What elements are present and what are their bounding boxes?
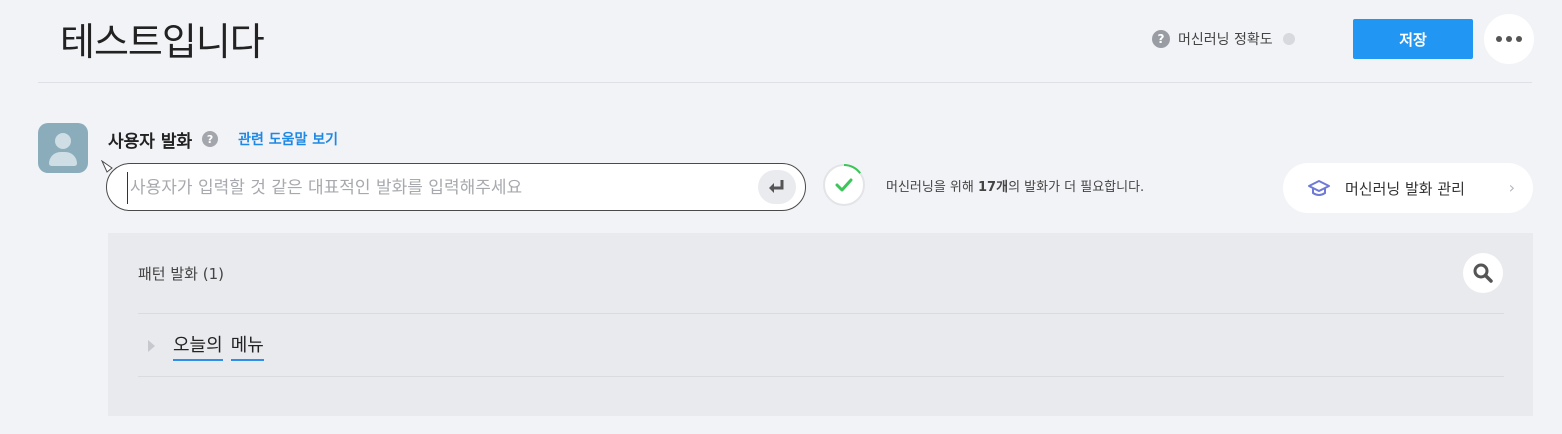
search-icon (1473, 263, 1493, 283)
ml-accuracy-label: 머신러닝 정확도 (1178, 32, 1273, 48)
divider (138, 376, 1504, 377)
enter-icon (769, 180, 784, 193)
ml-progress-ring (823, 164, 865, 206)
save-button[interactable]: 저장 (1353, 19, 1473, 59)
pattern-token[interactable]: 메뉴 (230, 331, 264, 361)
expand-triangle-icon[interactable] (148, 340, 155, 352)
ml-manage-label: 머신러닝 발화 관리 (1345, 179, 1465, 198)
ml-accuracy: ? 머신러닝 정확도 (1152, 28, 1295, 50)
page-title: 테스트입니다 (60, 20, 265, 64)
pattern-title: 패턴 발화 (1) (138, 265, 224, 283)
page: 테스트입니다 ? 머신러닝 정확도 저장 사용자 발화 ? 관련 도움말 보기 (0, 0, 1562, 434)
more-options-button[interactable] (1484, 14, 1534, 64)
divider (138, 313, 1504, 314)
pattern-token[interactable]: 오늘의 (173, 331, 223, 361)
enter-button[interactable] (758, 170, 796, 204)
header-divider (38, 82, 1532, 83)
question-icon[interactable]: ? (1152, 30, 1170, 48)
pattern-panel: 패턴 발화 (1) 오늘의 메뉴 (108, 233, 1533, 416)
ml-progress-count: 17개 (978, 180, 1009, 195)
user-utterance-header: 사용자 발화 ? 관련 도움말 보기 (108, 126, 338, 152)
question-icon[interactable]: ? (202, 131, 219, 147)
chevron-right-icon: › (1508, 178, 1515, 197)
graduation-cap-icon (1308, 180, 1330, 196)
user-utterance-label: 사용자 발화 (108, 131, 193, 152)
utterance-input[interactable] (127, 172, 752, 204)
user-avatar-icon (38, 123, 88, 173)
ml-accuracy-status-dot (1282, 33, 1295, 45)
help-link[interactable]: 관련 도움말 보기 (238, 129, 338, 149)
pattern-item[interactable]: 오늘의 메뉴 (148, 331, 264, 361)
search-button[interactable] (1463, 253, 1503, 293)
ml-progress-text: 머신러닝을 위해 17개의 발화가 더 필요합니다. (886, 180, 1145, 195)
ml-utterance-manage-button[interactable]: 머신러닝 발화 관리 › (1283, 163, 1533, 213)
more-icon (1496, 36, 1502, 42)
utterance-input-box (106, 163, 806, 211)
